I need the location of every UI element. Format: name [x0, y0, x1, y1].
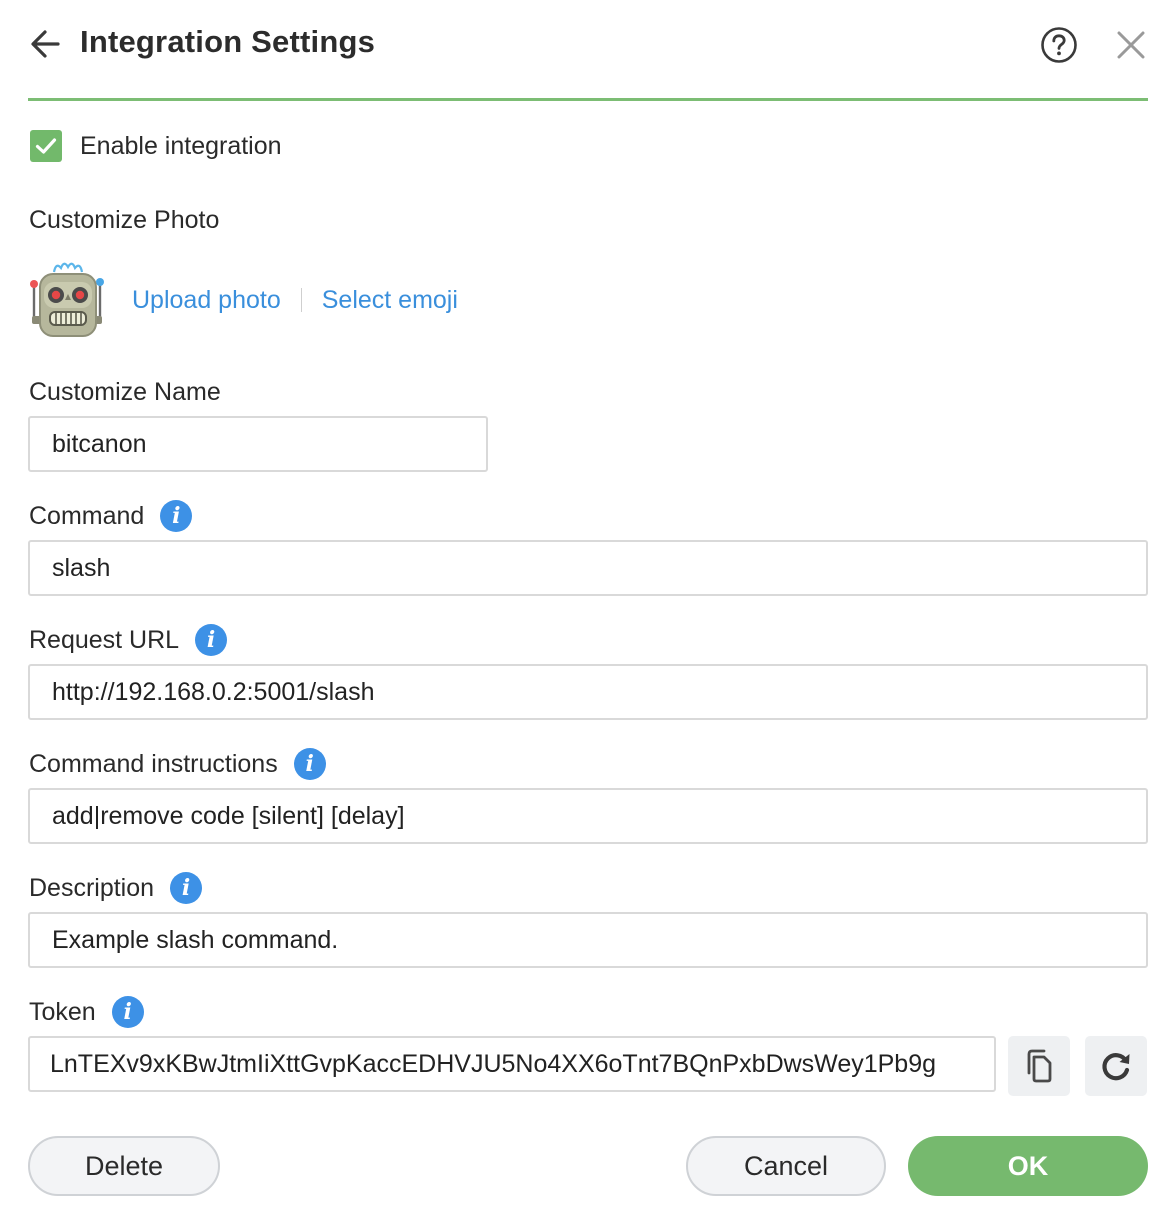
customize-name-label-text: Customize Name [29, 378, 221, 406]
refresh-icon [1102, 1053, 1130, 1081]
description-label: Description i [29, 872, 203, 904]
command-instructions-label-text: Command instructions [29, 749, 278, 778]
enable-integration-row: Enable integration [30, 130, 282, 162]
question-circle-icon [1041, 27, 1077, 63]
request-url-input[interactable] [28, 664, 1148, 720]
back-button[interactable] [28, 26, 64, 62]
request-url-label-text: Request URL [29, 625, 180, 654]
customize-name-label: Customize Name [29, 378, 221, 407]
robot-avatar-icon [30, 262, 104, 337]
token-info-icon[interactable]: i [111, 996, 144, 1028]
enable-integration-checkbox[interactable] [30, 130, 62, 162]
integration-settings-dialog: Integration Settings Enable integration … [0, 0, 1174, 1224]
token-label-text: Token [29, 997, 96, 1026]
copy-icon [1027, 1049, 1052, 1083]
description-input[interactable] [28, 912, 1148, 968]
arrow-left-icon [31, 30, 60, 58]
upload-photo-link[interactable]: Upload photo [132, 286, 281, 315]
command-label: Command i [29, 500, 193, 532]
command-instructions-input[interactable] [28, 788, 1148, 844]
select-emoji-link[interactable]: Select emoji [322, 286, 458, 315]
delete-button[interactable]: Delete [28, 1136, 220, 1196]
regenerate-token-button[interactable] [1085, 1036, 1147, 1096]
request-url-label: Request URL i [29, 624, 228, 656]
customize-photo-label: Customize Photo [29, 206, 220, 234]
enable-integration-label: Enable integration [80, 131, 282, 160]
checkmark-icon [35, 138, 57, 154]
description-label-text: Description [29, 873, 155, 902]
command-instructions-label: Command instructions i [29, 748, 326, 780]
copy-token-button[interactable] [1008, 1036, 1070, 1096]
token-input[interactable] [28, 1036, 996, 1092]
help-button[interactable] [1040, 26, 1078, 64]
description-info-icon[interactable]: i [170, 872, 203, 904]
token-label: Token i [29, 996, 144, 1028]
close-button[interactable] [1114, 28, 1148, 62]
close-x-icon [1117, 31, 1145, 59]
request-url-info-icon[interactable]: i [195, 624, 228, 656]
command-instructions-info-icon[interactable]: i [293, 748, 326, 780]
link-separator [300, 288, 302, 312]
command-input[interactable] [28, 540, 1148, 596]
photo-row: Upload photo Select emoji [28, 258, 458, 342]
ok-button[interactable]: OK [908, 1136, 1148, 1196]
command-label-text: Command [29, 501, 145, 530]
page-title: Integration Settings [80, 24, 376, 59]
command-info-icon[interactable]: i [160, 500, 193, 532]
cancel-button[interactable]: Cancel [686, 1136, 886, 1196]
dialog-header: Integration Settings [28, 0, 1148, 101]
customize-name-input[interactable] [28, 416, 488, 472]
